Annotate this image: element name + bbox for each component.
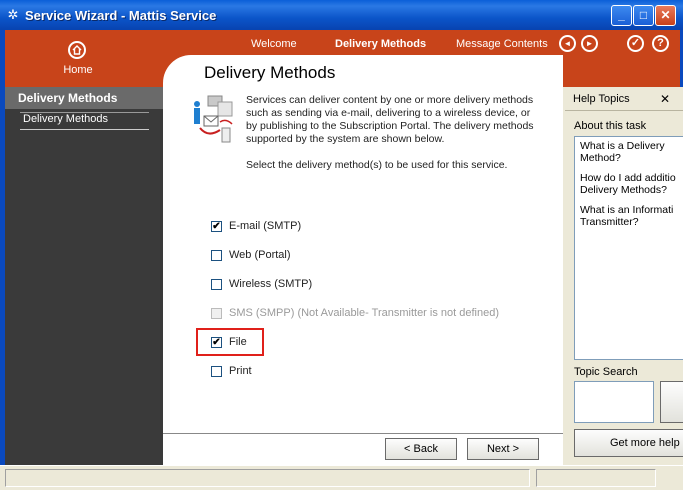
- nav-welcome[interactable]: Welcome: [251, 38, 297, 50]
- page-title: Delivery Methods: [204, 63, 336, 82]
- maximize-button[interactable]: □: [633, 5, 654, 26]
- wireless-smtp-checkbox[interactable]: [211, 279, 222, 290]
- help-icon[interactable]: ?: [652, 35, 669, 52]
- minimize-button[interactable]: _: [611, 5, 632, 26]
- sidebar-item-delivery-methods[interactable]: Delivery Methods: [20, 112, 149, 130]
- app-icon: ✲: [7, 7, 19, 22]
- option-label[interactable]: Wireless (SMTP): [229, 278, 312, 290]
- wizard-window: ✲ Service Wizard - Mattis Service _ □ ✕ …: [0, 0, 683, 490]
- back-arrow-icon[interactable]: ◄: [559, 35, 576, 52]
- print-checkbox[interactable]: [211, 366, 222, 377]
- option-label[interactable]: Print: [229, 365, 252, 377]
- sms-smpp-checkbox: [211, 308, 222, 319]
- sidebar-section-title: Delivery Methods: [5, 87, 163, 109]
- finish-check-icon[interactable]: ✓: [627, 35, 644, 52]
- about-task-label: About this task: [574, 120, 647, 132]
- option-label: SMS (SMPP) (Not Available- Transmitter i…: [229, 307, 500, 319]
- page-instruction: Select the delivery method(s) to be used…: [246, 159, 508, 171]
- sidebar: Delivery Methods Delivery Methods: [5, 87, 163, 465]
- next-button[interactable]: Next >: [467, 438, 539, 460]
- main-content: Delivery Methods Services can deliver co…: [163, 55, 563, 465]
- page-description: Services can deliver content by one or m…: [246, 94, 534, 145]
- nav-message-contents[interactable]: Message Contents: [456, 38, 548, 50]
- email-smtp-checkbox[interactable]: ✔: [211, 221, 222, 232]
- selection-highlight-box: [196, 328, 264, 356]
- nav-delivery-methods[interactable]: Delivery Methods: [335, 38, 426, 50]
- home-link[interactable]: Home: [55, 64, 101, 76]
- help-topics-list[interactable]: What is a Delivery Method? How do I add …: [574, 136, 683, 360]
- window-title: Service Wizard - Mattis Service: [25, 8, 217, 23]
- topic-search-button[interactable]: [660, 381, 683, 423]
- delivery-illustration-icon: [190, 94, 238, 146]
- button-separator: [163, 433, 563, 434]
- get-more-help-button[interactable]: Get more help: [574, 429, 683, 457]
- status-pane-main: [5, 469, 530, 487]
- web-portal-checkbox[interactable]: [211, 250, 222, 261]
- help-panel: Help Topics ✕ About this task What is a …: [565, 87, 683, 465]
- title-bar[interactable]: ✲ Service Wizard - Mattis Service _ □ ✕: [0, 0, 683, 30]
- option-label[interactable]: E-mail (SMTP): [229, 220, 301, 232]
- status-pane-secondary: [536, 469, 656, 487]
- topic-search-label: Topic Search: [574, 366, 638, 378]
- help-topic-link[interactable]: How do I add additio Delivery Methods?: [580, 172, 676, 196]
- help-close-icon[interactable]: ✕: [660, 92, 670, 106]
- forward-arrow-icon[interactable]: ►: [581, 35, 598, 52]
- help-topic-link[interactable]: What is a Delivery Method?: [580, 140, 665, 164]
- help-topic-link[interactable]: What is an Informati Transmitter?: [580, 204, 673, 228]
- topic-search-input[interactable]: [574, 381, 654, 423]
- back-button[interactable]: < Back: [385, 438, 457, 460]
- home-icon[interactable]: [68, 41, 86, 59]
- close-button[interactable]: ✕: [655, 5, 676, 26]
- status-bar: [0, 465, 683, 490]
- option-label[interactable]: Web (Portal): [229, 249, 291, 261]
